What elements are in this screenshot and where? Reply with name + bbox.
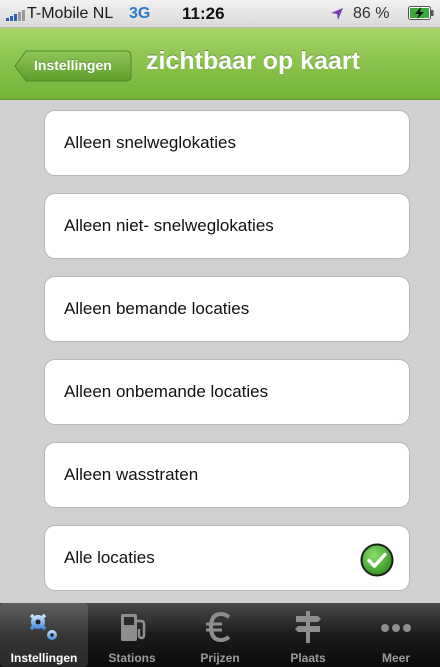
option-alleen-wasstraten[interactable]: Alleen wasstraten xyxy=(44,442,410,508)
more-dots-icon xyxy=(381,624,411,632)
battery-percentage: 86 % xyxy=(353,5,390,22)
tab-label: Stations xyxy=(108,651,156,665)
tab-prijzen[interactable]: Prijzen xyxy=(176,603,264,667)
tab-instellingen[interactable]: Instellingen xyxy=(0,603,88,667)
navigation-bar: Instellingen zichtbaar op kaart xyxy=(0,28,440,100)
options-list: Alleen snelweglokaties Alleen niet- snel… xyxy=(0,100,440,603)
status-time: 11:26 xyxy=(182,4,225,23)
option-label: Alleen niet- snelweglokaties xyxy=(64,216,274,235)
carrier-name: T-Mobile NL xyxy=(27,5,114,22)
network-type: 3G xyxy=(129,5,151,22)
tab-label: Prijzen xyxy=(200,651,240,665)
signpost-icon xyxy=(295,611,321,643)
option-label: Alle locaties xyxy=(64,548,155,567)
tab-label: Meer xyxy=(381,651,410,665)
option-label: Alleen onbemande locaties xyxy=(64,382,269,401)
option-label: Alleen snelweglokaties xyxy=(64,133,236,152)
signal-strength-icon xyxy=(6,9,26,21)
tab-plaats[interactable]: Plaats xyxy=(264,603,352,667)
status-bar: T-Mobile NL 3G 11:26 86 % xyxy=(0,0,440,28)
option-alleen-niet-snelweglokaties[interactable]: Alleen niet- snelweglokaties xyxy=(44,193,410,259)
back-button[interactable]: Instellingen xyxy=(14,50,132,82)
option-alleen-snelweglokaties[interactable]: Alleen snelweglokaties xyxy=(44,110,410,176)
tab-meer[interactable]: Meer xyxy=(352,603,440,667)
back-button-label: Instellingen xyxy=(34,57,112,73)
tab-label: Instellingen xyxy=(10,651,78,665)
option-alleen-bemande-locaties[interactable]: Alleen bemande locaties xyxy=(44,276,410,342)
tab-label: Plaats xyxy=(290,651,326,665)
checkmark-selected-icon xyxy=(360,543,394,577)
option-label: Alleen wasstraten xyxy=(64,465,199,484)
euro-icon xyxy=(206,611,231,643)
tab-stations[interactable]: Stations xyxy=(88,603,176,667)
fuel-pump-icon xyxy=(121,614,146,641)
option-alleen-onbemande-locaties[interactable]: Alleen onbemande locaties xyxy=(44,359,410,425)
location-arrow-icon xyxy=(331,8,343,20)
option-alle-locaties[interactable]: Alle locaties xyxy=(44,525,410,591)
page-title: zichtbaar op kaart xyxy=(146,47,360,75)
gears-icon xyxy=(28,612,59,642)
battery-charging-icon xyxy=(408,6,434,20)
tab-bar: Instellingen Stations Prijzen Plaats Mee… xyxy=(0,603,440,667)
option-label: Alleen bemande locaties xyxy=(64,299,250,318)
